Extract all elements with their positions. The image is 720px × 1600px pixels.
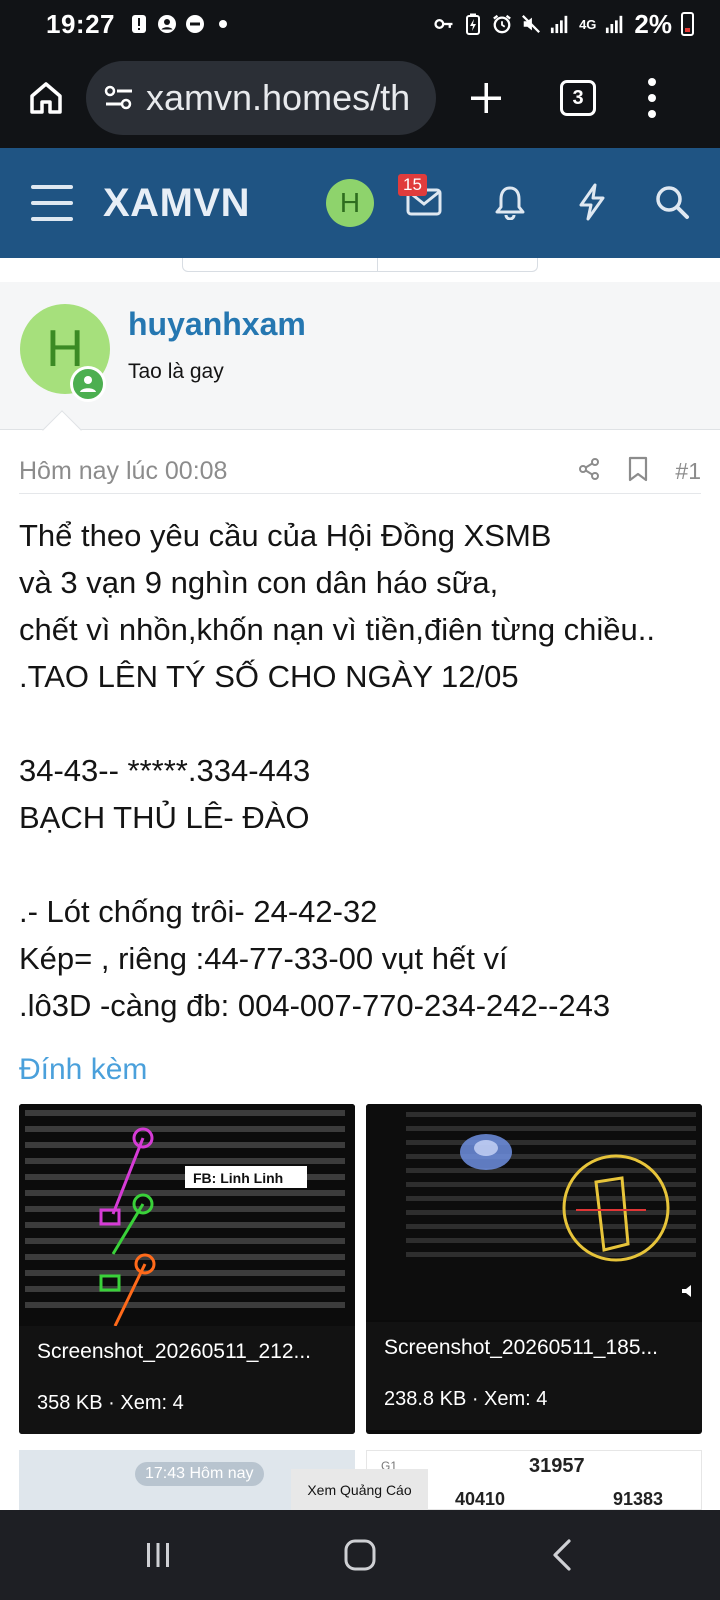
post-line — [19, 841, 709, 888]
view-ad-button[interactable]: Xem Quảng Cáo — [291, 1469, 428, 1511]
volume-icon — [680, 1282, 698, 1305]
attachment-thumbnail[interactable]: FB: Linh Linh Screenshot_20260511_212...… — [19, 1104, 355, 1434]
attachments-title: Đính kèm — [19, 1053, 148, 1086]
network-type: 4G — [579, 16, 597, 32]
post-line: .lô3D -càng đb: 004-007-770-234-242--243 — [19, 988, 611, 1023]
alert-icon — [129, 14, 149, 34]
attachment-image — [19, 1104, 355, 1326]
attachment-caption: Screenshot_20260511_185... 238.8 KB · Xe… — [366, 1322, 702, 1430]
signal-icon — [605, 14, 625, 34]
site-header: XAMVN H 15 — [0, 148, 720, 258]
site-logo[interactable]: XAMVN — [103, 181, 250, 226]
account-icon — [157, 14, 177, 34]
post-content: Thể theo yêu cầu của Hội Đồng XSMB và 3 … — [19, 512, 709, 1029]
more-menu-button[interactable] — [646, 78, 658, 118]
menu-icon[interactable] — [31, 185, 73, 221]
bell-icon[interactable] — [490, 182, 530, 222]
address-bar[interactable]: xamvn.homes/th — [86, 61, 436, 135]
post-line: Thể theo yêu cầu của Hội Đồng XSMB — [19, 518, 552, 553]
prize-number: 91383 — [613, 1489, 664, 1509]
attachment-info: 358 KB · Xem: 4 — [37, 1392, 184, 1414]
status-right: 4G 2% — [434, 9, 694, 40]
online-status-icon — [70, 366, 106, 402]
prize-number: 31957 — [529, 1455, 585, 1477]
post-line: BẠCH THỦ LÊ- ĐÀO — [19, 800, 310, 835]
new-tab-button[interactable] — [466, 78, 506, 118]
mute-icon — [521, 14, 541, 34]
post-meta: Hôm nay lúc 00:08 #1 — [19, 450, 701, 494]
tabs-button[interactable]: 3 — [560, 80, 596, 116]
dot-icon — [213, 14, 233, 34]
post-line: .- Lót chống trôi- 24-42-32 — [19, 894, 378, 929]
status-bar: 19:27 4G 2% — [0, 0, 720, 48]
status-left-icons — [129, 14, 233, 34]
post-line — [19, 700, 709, 747]
attachment-thumbnail[interactable]: Screenshot_20260511_185... 238.8 KB · Xe… — [366, 1104, 702, 1434]
back-icon[interactable] — [542, 1535, 582, 1575]
post-author-block: H huyanhxam Tao là gay — [0, 282, 720, 430]
post-line: Kép= , riêng :44-77-33-00 vụt hết ví — [19, 941, 508, 976]
account-avatar[interactable]: H — [326, 179, 374, 227]
home-nav-icon[interactable] — [340, 1535, 380, 1575]
post-line: chết vì nhồn,khốn nạn vì tiền,điên từng … — [19, 612, 656, 647]
message-badge: 15 — [398, 174, 427, 196]
post-time[interactable]: Hôm nay lúc 00:08 — [19, 457, 227, 486]
system-nav-bar — [0, 1510, 720, 1600]
site-settings-icon[interactable] — [104, 84, 134, 112]
attachment-name: Screenshot_20260511_185... — [384, 1336, 659, 1359]
search-icon[interactable] — [652, 182, 692, 222]
home-icon — [30, 82, 62, 114]
post-actions: #1 — [577, 456, 701, 487]
tab-strip — [182, 258, 538, 272]
status-time: 19:27 — [46, 8, 115, 39]
post-line: .TAO LÊN TÝ SỐ CHO NGÀY 12/05 — [19, 659, 519, 694]
attachment-image — [366, 1104, 702, 1320]
recents-icon[interactable] — [138, 1535, 178, 1575]
battery-percent: 2% — [634, 8, 672, 39]
prize-number: 40410 — [455, 1489, 506, 1509]
chat-time-pill: 17:43 Hôm nay — [135, 1462, 264, 1486]
url-text: xamvn.homes/th — [146, 77, 411, 118]
bolt-icon[interactable] — [572, 182, 612, 222]
alarm-icon — [492, 14, 512, 34]
battery-icon — [681, 12, 694, 36]
post-line: 34-43-- *****.334-443 — [19, 753, 311, 788]
post-line: và 3 vạn 9 nghìn con dân háo sữa, — [19, 565, 499, 600]
username[interactable]: huyanhxam — [128, 306, 306, 343]
signal-icon — [550, 14, 570, 34]
bookmark-icon[interactable] — [627, 456, 649, 487]
home-button[interactable] — [26, 78, 66, 118]
browser-toolbar: xamvn.homes/th 3 — [0, 48, 720, 148]
dnd-icon — [185, 14, 205, 34]
user-title: Tao là gay — [128, 360, 224, 383]
share-icon[interactable] — [577, 457, 601, 486]
battery-saver-icon — [463, 13, 483, 35]
thumbnail-watermark: FB: Linh Linh — [193, 1170, 284, 1186]
post-number[interactable]: #1 — [675, 458, 701, 485]
attachment-caption: Screenshot_20260511_212... 358 KB · Xem:… — [19, 1326, 355, 1434]
attachment-info: 238.8 KB · Xem: 4 — [384, 1388, 548, 1410]
plus-icon — [471, 83, 501, 113]
key-icon — [434, 14, 454, 34]
attachment-name: Screenshot_20260511_212... — [37, 1340, 312, 1363]
